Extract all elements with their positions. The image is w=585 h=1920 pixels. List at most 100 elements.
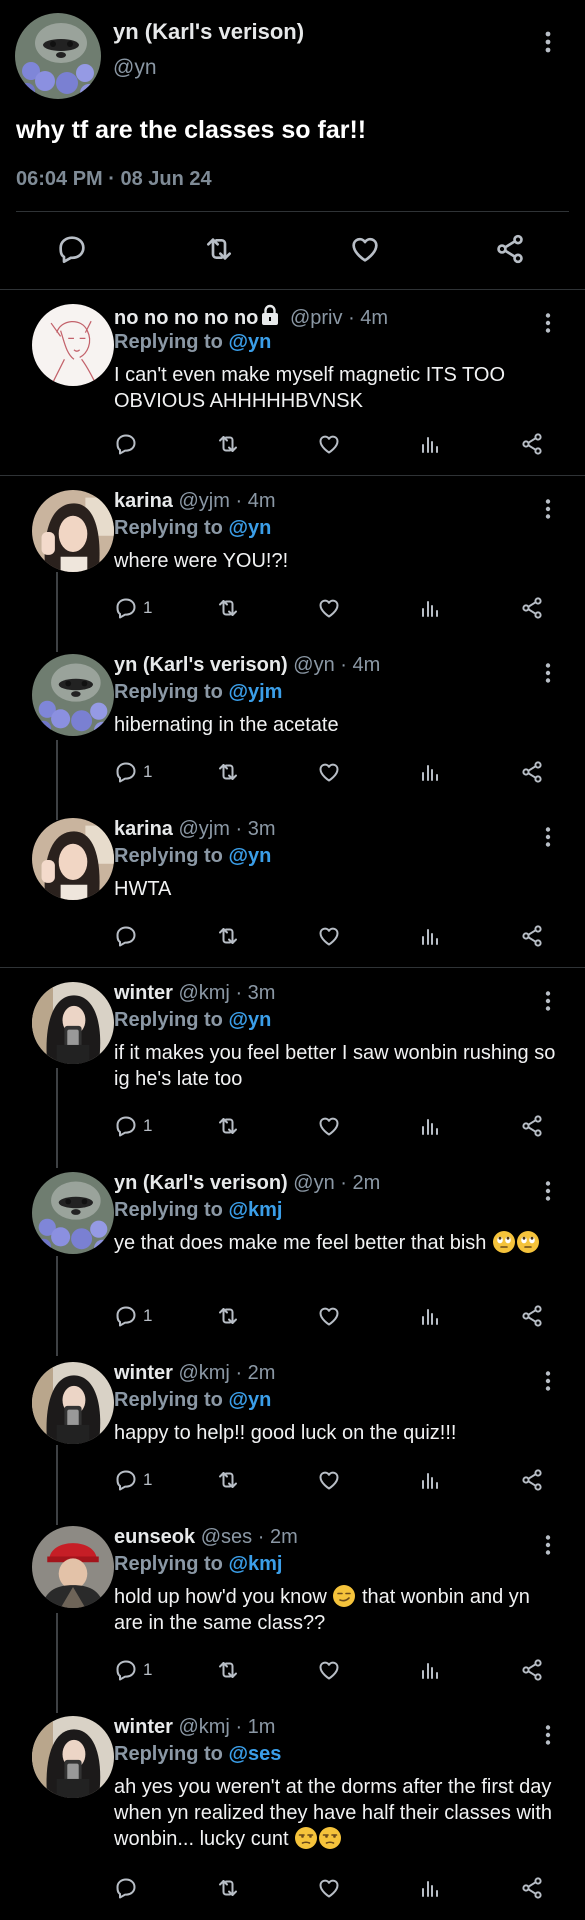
reply-author-handle[interactable]: @kmj	[178, 982, 229, 1004]
retweet-button[interactable]	[216, 1874, 240, 1902]
avatar[interactable]	[32, 1526, 114, 1608]
reply-tweet[interactable]: winter @kmj · 2m Replying to @yn happy t…	[0, 1348, 585, 1512]
reply-tweet[interactable]: winter @kmj · 3m Replying to @yn if it m…	[0, 968, 585, 1158]
replying-to-handle[interactable]: @yn	[228, 1009, 271, 1031]
views-button[interactable]	[418, 1656, 442, 1684]
more-vertical-icon[interactable]	[544, 498, 552, 520]
replying-to-handle[interactable]: @kmj	[228, 1199, 282, 1221]
like-button[interactable]	[317, 1656, 341, 1684]
reply-tweet[interactable]: winter @kmj · 1m Replying to @ses ah yes…	[0, 1702, 585, 1920]
author-name[interactable]: yn (Karl's verison)	[113, 19, 304, 45]
avatar[interactable]	[32, 654, 114, 736]
views-button[interactable]	[418, 1302, 442, 1330]
replying-to-handle[interactable]: @yjm	[228, 681, 282, 703]
share-button[interactable]	[520, 1112, 544, 1140]
like-button[interactable]	[317, 758, 341, 786]
reply-author-name[interactable]: eunseok	[114, 1526, 195, 1548]
reply-button[interactable]: 1	[114, 1112, 152, 1140]
avatar[interactable]	[32, 1716, 114, 1798]
views-button[interactable]	[418, 1466, 442, 1494]
retweet-button[interactable]	[216, 1302, 240, 1330]
reply-button[interactable]: 1	[114, 1466, 152, 1494]
like-button[interactable]	[349, 233, 383, 267]
more-vertical-icon[interactable]	[544, 312, 552, 334]
replying-to-handle[interactable]: @kmj	[228, 1553, 282, 1575]
views-button[interactable]	[418, 758, 442, 786]
reply-author-handle[interactable]: @priv	[290, 307, 343, 329]
more-vertical-icon[interactable]	[544, 1370, 552, 1392]
reply-author-name[interactable]: yn (Karl's verison)	[114, 1172, 288, 1194]
reply-author-name[interactable]: karina	[114, 818, 173, 840]
reply-tweet[interactable]: yn (Karl's verison) @yn · 4m Replying to…	[0, 640, 585, 804]
reply-author-handle[interactable]: @yjm	[179, 818, 230, 840]
share-button[interactable]	[494, 233, 528, 267]
replying-to-handle[interactable]: @yn	[228, 517, 271, 539]
avatar[interactable]	[32, 1362, 114, 1444]
share-button[interactable]	[520, 1874, 544, 1902]
retweet-button[interactable]	[216, 1466, 240, 1494]
reply-author-name[interactable]: karina	[114, 490, 173, 512]
reply-button[interactable]	[56, 233, 90, 267]
share-button[interactable]	[520, 922, 544, 950]
more-vertical-icon[interactable]	[544, 662, 552, 684]
more-vertical-icon[interactable]	[544, 1180, 552, 1202]
reply-author-handle[interactable]: @kmj	[178, 1362, 229, 1384]
share-button[interactable]	[520, 1302, 544, 1330]
share-button[interactable]	[520, 1656, 544, 1684]
reply-tweet[interactable]: no no no no no @priv · 4m Replying to @y…	[0, 290, 585, 476]
like-button[interactable]	[317, 1302, 341, 1330]
reply-button[interactable]	[114, 430, 143, 458]
views-button[interactable]	[418, 922, 442, 950]
retweet-button[interactable]	[216, 594, 240, 622]
reply-tweet[interactable]: karina @yjm · 3m Replying to @yn HWTA	[0, 804, 585, 968]
reply-button[interactable]: 1	[114, 1656, 152, 1684]
more-vertical-icon[interactable]	[544, 990, 552, 1012]
like-button[interactable]	[317, 594, 341, 622]
retweet-button[interactable]	[216, 1112, 240, 1140]
share-button[interactable]	[520, 1466, 544, 1494]
views-button[interactable]	[418, 594, 442, 622]
like-button[interactable]	[317, 430, 341, 458]
reply-tweet[interactable]: eunseok @ses · 2m Replying to @kmj hold …	[0, 1512, 585, 1702]
retweet-button[interactable]	[216, 922, 240, 950]
reply-button[interactable]: 1	[114, 758, 152, 786]
retweet-button[interactable]	[216, 758, 240, 786]
views-button[interactable]	[418, 1112, 442, 1140]
replying-to-handle[interactable]: @yn	[228, 331, 271, 353]
replying-to-handle[interactable]: @ses	[228, 1743, 281, 1765]
reply-author-name[interactable]: yn (Karl's verison)	[114, 654, 288, 676]
retweet-button[interactable]	[216, 430, 240, 458]
share-button[interactable]	[520, 594, 544, 622]
reply-button[interactable]: 1	[114, 1302, 152, 1330]
reply-tweet[interactable]: yn (Karl's verison) @yn · 2m Replying to…	[0, 1158, 585, 1348]
reply-author-handle[interactable]: @kmj	[178, 1716, 229, 1738]
reply-author-handle[interactable]: @yn	[293, 1172, 334, 1194]
reply-button[interactable]: 1	[114, 594, 152, 622]
like-button[interactable]	[317, 1466, 341, 1494]
reply-tweet[interactable]: karina @yjm · 4m Replying to @yn where w…	[0, 476, 585, 640]
more-vertical-icon[interactable]	[544, 30, 552, 54]
reply-button[interactable]	[114, 922, 143, 950]
like-button[interactable]	[317, 1874, 341, 1902]
replying-to-handle[interactable]: @yn	[228, 1389, 271, 1411]
share-button[interactable]	[520, 758, 544, 786]
more-vertical-icon[interactable]	[544, 1724, 552, 1746]
avatar[interactable]	[32, 982, 114, 1064]
avatar[interactable]	[32, 1172, 114, 1254]
reply-author-name[interactable]: winter	[114, 1716, 173, 1738]
avatar[interactable]	[32, 818, 114, 900]
reply-author-handle[interactable]: @yn	[293, 654, 334, 676]
retweet-button[interactable]	[216, 1656, 240, 1684]
avatar[interactable]	[32, 490, 114, 572]
replying-to-handle[interactable]: @yn	[228, 845, 271, 867]
reply-author-name[interactable]: winter	[114, 982, 173, 1004]
share-button[interactable]	[520, 430, 544, 458]
reply-author-handle[interactable]: @yjm	[179, 490, 230, 512]
avatar[interactable]	[32, 304, 114, 386]
views-button[interactable]	[418, 430, 442, 458]
retweet-button[interactable]	[203, 233, 237, 267]
reply-author-name[interactable]: winter	[114, 1362, 173, 1384]
more-vertical-icon[interactable]	[544, 1534, 552, 1556]
reply-author-name[interactable]: no no no no no	[114, 307, 258, 329]
author-handle[interactable]: @yn	[113, 56, 157, 80]
